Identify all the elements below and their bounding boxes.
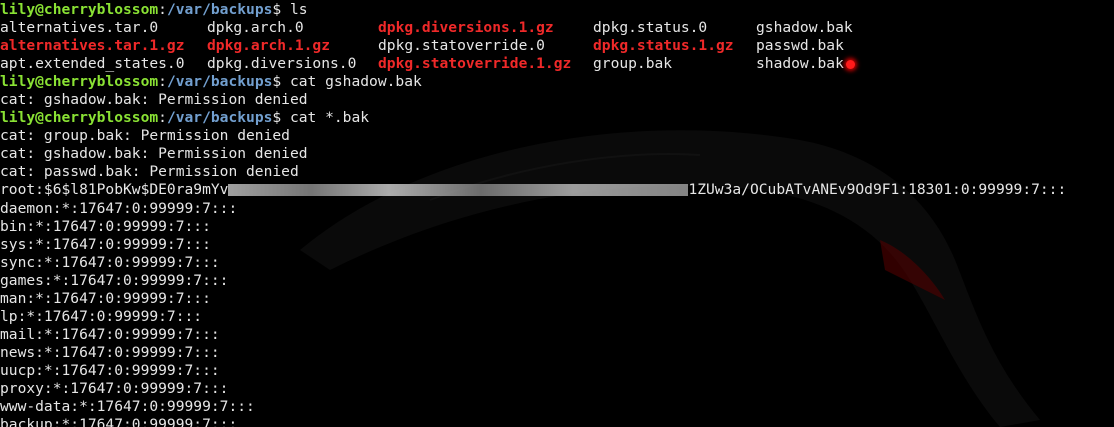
command-text: ls <box>289 1 308 18</box>
root-hash-prefix: root:$6$l81PobKw$DE0ra9mYv <box>0 181 229 199</box>
error-line: cat: gshadow.bak: Permission denied <box>0 145 308 163</box>
shadow-entry: news:*:17647:0:99999:7::: <box>0 343 220 361</box>
ls-entry-with-cursor: shadow.bak <box>756 55 906 73</box>
command-text: cat gshadow.bak <box>289 73 422 91</box>
shadow-entry: backup:*:17647:0:99999:7::: <box>0 416 238 427</box>
prompt-user: lily@cherryblossom <box>0 1 159 18</box>
ls-entry-archive: dpkg.status.1.gz <box>593 37 734 55</box>
prompt-path: /var/backups <box>166 109 273 127</box>
shadow-entry: daemon:*:17647:0:99999:7::: <box>0 199 238 217</box>
ls-entry: shadow.bak <box>756 55 844 73</box>
error-line: cat: group.bak: Permission denied <box>0 127 290 145</box>
shadow-entry: games:*:17647:0:99999:7::: <box>0 271 229 289</box>
terminal-window[interactable]: lily@cherryblossom:/var/backups$ ls alte… <box>0 0 1114 427</box>
shadow-entry: man:*:17647:0:99999:7::: <box>0 289 211 307</box>
prompt-path: /var/backups <box>166 1 273 18</box>
ls-entry-archive: dpkg.arch.1.gz <box>207 37 331 55</box>
shadow-entry: sys:*:17647:0:99999:7::: <box>0 235 211 253</box>
redaction-bar <box>228 184 689 197</box>
shadow-entry: uucp:*:17647:0:99999:7::: <box>0 361 220 379</box>
prompt-line: lily@cherryblossom:/var/backups$ cat *.b… <box>0 109 370 127</box>
shadow-entry: bin:*:17647:0:99999:7::: <box>0 217 211 235</box>
mouse-cursor-icon <box>845 59 855 69</box>
command-text: cat *.bak <box>289 109 370 127</box>
ls-row: alternatives.tar.0 dpkg.arch.0 dpkg.dive… <box>0 19 1066 37</box>
ls-entry: apt.extended_states.0 <box>0 55 185 73</box>
ls-entry: passwd.bak <box>756 37 844 55</box>
root-shadow-line: root:$6$l81PobKw$DE0ra9mYv 1ZUw3a/OCubATv… <box>0 181 1066 199</box>
error-line: cat: gshadow.bak: Permission denied <box>0 91 308 109</box>
shadow-entries: daemon:*:17647:0:99999:7::: bin:*:17647:0… <box>0 200 1066 427</box>
ls-entry: dpkg.diversions.0 <box>207 55 357 73</box>
ls-entry-archive: dpkg.statoverride.1.gz <box>378 55 572 73</box>
shadow-entry: mail:*:17647:0:99999:7::: <box>0 325 220 343</box>
ls-entry-archive: dpkg.diversions.1.gz <box>378 19 554 37</box>
shadow-entry: lp:*:17647:0:99999:7::: <box>0 307 203 325</box>
ls-entry: dpkg.status.0 <box>593 19 708 37</box>
ls-entry-archive: alternatives.tar.1.gz <box>0 37 185 55</box>
prompt-line: lily@cherryblossom:/var/backups$ cat gsh… <box>0 73 422 91</box>
root-hash-suffix: 1ZUw3a/OCubATvANEv9Od9F1:18301:0:99999:7… <box>688 181 1067 199</box>
shadow-entry: www-data:*:17647:0:99999:7::: <box>0 398 255 416</box>
prompt-user: lily@cherryblossom <box>0 109 159 127</box>
prompt-path: /var/backups <box>166 73 273 91</box>
ls-row: alternatives.tar.1.gz dpkg.arch.1.gz dpk… <box>0 37 1066 55</box>
prompt-user: lily@cherryblossom <box>0 73 159 91</box>
error-line: cat: passwd.bak: Permission denied <box>0 163 299 181</box>
prompt-line: lily@cherryblossom:/var/backups$ ls <box>0 1 308 18</box>
ls-entry: gshadow.bak <box>756 19 853 37</box>
shadow-entry: sync:*:17647:0:99999:7::: <box>0 253 220 271</box>
ls-entry: group.bak <box>593 55 673 73</box>
terminal-output: lily@cherryblossom:/var/backups$ ls alte… <box>0 0 1066 427</box>
ls-entry: dpkg.statoverride.0 <box>378 37 545 55</box>
ls-entry: alternatives.tar.0 <box>0 19 159 37</box>
ls-entry: dpkg.arch.0 <box>207 19 304 37</box>
ls-row: apt.extended_states.0 dpkg.diversions.0 … <box>0 55 1066 73</box>
shadow-entry: proxy:*:17647:0:99999:7::: <box>0 379 229 397</box>
